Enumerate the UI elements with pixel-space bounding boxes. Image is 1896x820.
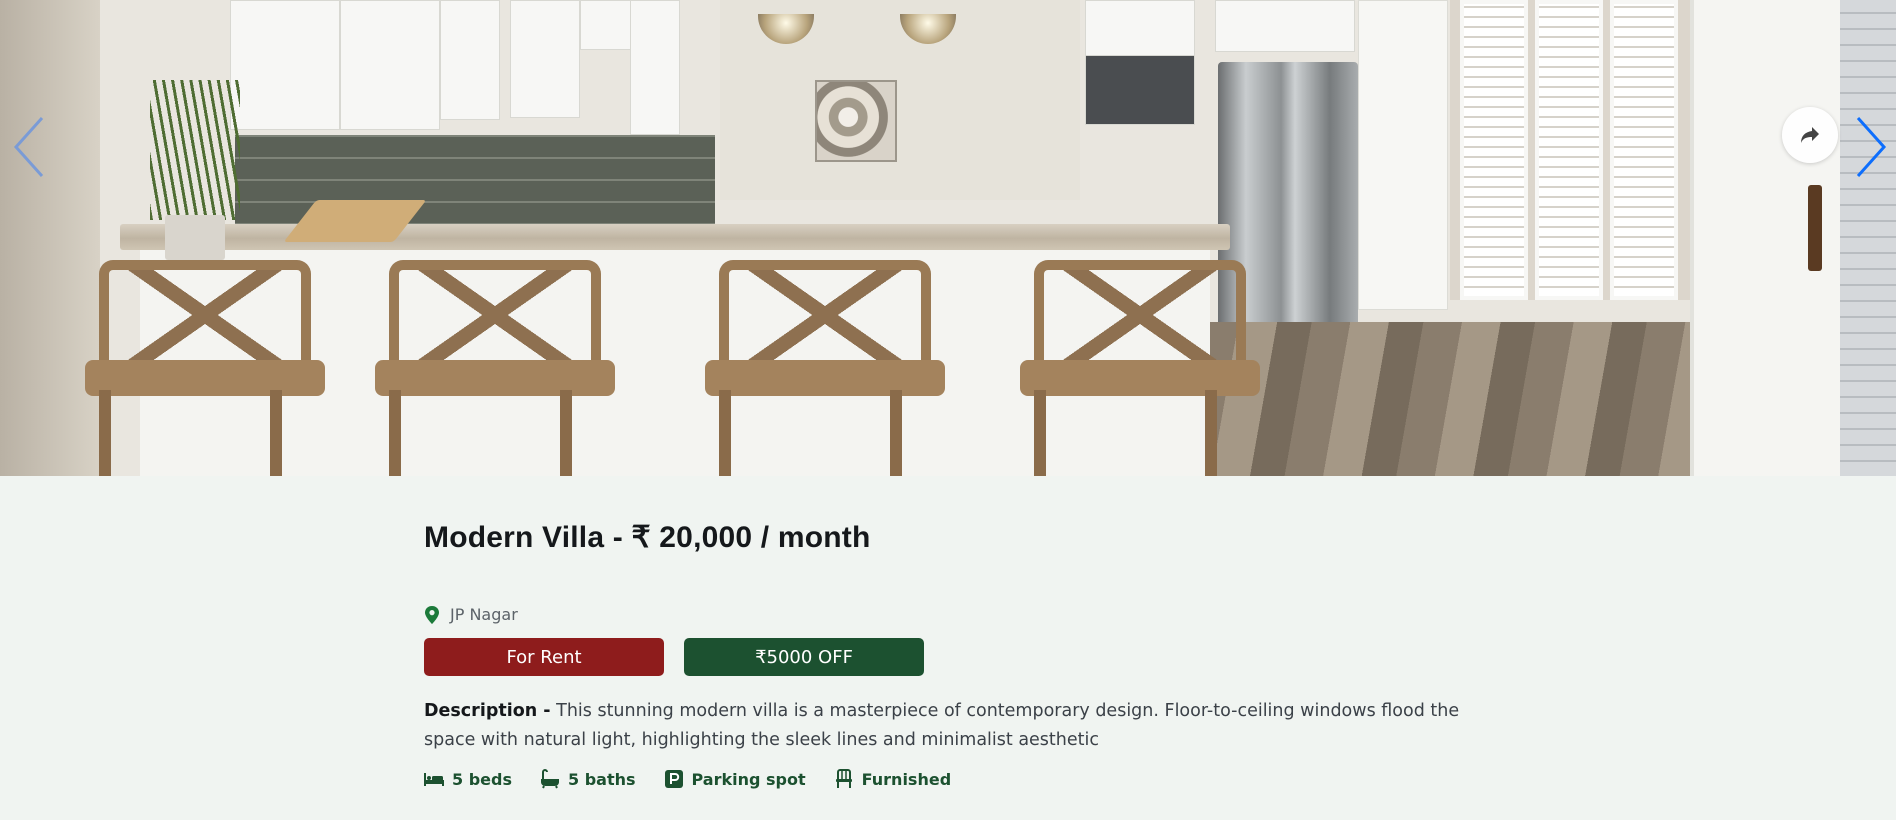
description-text: This stunning modern villa is a masterpi… (424, 701, 1460, 750)
carousel-next-button[interactable] (1850, 112, 1890, 182)
carousel-prev-button[interactable] (10, 112, 50, 182)
bath-icon (540, 769, 559, 789)
chevron-left-icon (13, 116, 44, 178)
description-label: Description - (424, 701, 551, 721)
parking-icon (664, 770, 683, 788)
location: JP Nagar (424, 605, 1484, 624)
badge-row: For Rent ₹5000 OFF (424, 638, 1484, 676)
feature-label: 5 beds (452, 769, 512, 789)
image-carousel (0, 0, 1896, 476)
feature-label: 5 baths (567, 769, 636, 789)
feature-label: Furnished (861, 769, 952, 789)
feature-label: Parking spot (691, 769, 806, 789)
map-pin-icon (425, 605, 439, 624)
feature-list: 5 beds 5 baths Parking spot Furnished (424, 769, 1484, 789)
listing-details: Modern Villa - ₹ 20,000 / month JP Nagar… (424, 520, 1484, 789)
share-icon (1801, 127, 1819, 143)
listing-title: Modern Villa - ₹ 20,000 / month (424, 521, 871, 554)
for-rent-badge: For Rent (424, 638, 664, 676)
discount-badge: ₹5000 OFF (684, 638, 924, 676)
feature-beds: 5 beds (424, 769, 512, 789)
feature-baths: 5 baths (540, 769, 636, 789)
description: Description - This stunning modern villa… (424, 697, 1484, 755)
bed-icon (424, 773, 444, 786)
share-button[interactable] (1782, 107, 1838, 163)
chevron-right-icon (1856, 116, 1887, 178)
feature-parking: Parking spot (664, 769, 806, 789)
feature-furnished: Furnished (834, 769, 952, 789)
chair-icon (835, 769, 852, 788)
kitchen-photo (0, 0, 1896, 476)
location-text: JP Nagar (450, 605, 518, 624)
